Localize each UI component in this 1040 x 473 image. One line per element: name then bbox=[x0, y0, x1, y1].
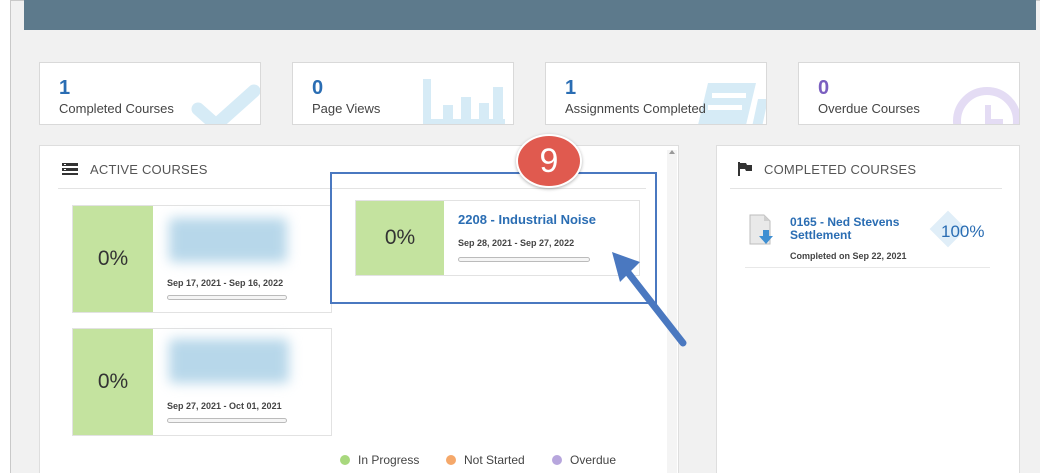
stat-value: 1 bbox=[59, 77, 71, 99]
legend-in-progress: In Progress bbox=[340, 453, 419, 467]
stat-value: 0 bbox=[818, 77, 830, 99]
completed-course-title[interactable]: 0165 - Ned Stevens Settlement bbox=[790, 216, 930, 242]
legend-label: Not Started bbox=[464, 453, 525, 467]
course-progress-bar bbox=[167, 295, 287, 300]
checkmark-icon bbox=[191, 84, 260, 124]
course-title-redacted bbox=[169, 218, 287, 262]
scroll-up-arrow-icon[interactable] bbox=[669, 150, 675, 154]
bar-chart-icon bbox=[423, 79, 505, 124]
course-dates: Sep 17, 2021 - Sep 16, 2022 bbox=[167, 278, 284, 288]
completed-course-item[interactable]: 0165 - Ned Stevens Settlement Completed … bbox=[745, 208, 990, 268]
legend-dot bbox=[340, 455, 350, 465]
pointer-arrow-icon bbox=[612, 252, 687, 347]
legend-dot bbox=[552, 455, 562, 465]
clock-icon bbox=[953, 87, 1019, 124]
stat-label: Overdue Courses bbox=[818, 101, 920, 116]
step-number-badge: 9 bbox=[516, 134, 582, 188]
stat-label: Completed Courses bbox=[59, 101, 174, 116]
course-percent: 0% bbox=[73, 206, 153, 312]
legend-dot bbox=[446, 455, 456, 465]
completed-course-date: Completed on Sep 22, 2021 bbox=[790, 251, 907, 261]
completed-course-percent: 100% bbox=[941, 222, 985, 241]
stat-overdue-courses[interactable]: 0 Overdue Courses bbox=[798, 62, 1020, 125]
list-icon bbox=[62, 163, 78, 175]
stat-label: Page Views bbox=[312, 101, 381, 116]
legend-overdue: Overdue bbox=[552, 453, 616, 467]
course-dates: Sep 27, 2021 - Oct 01, 2021 bbox=[167, 401, 282, 411]
flag-icon bbox=[738, 162, 752, 176]
course-card[interactable]: 0% Sep 17, 2021 - Sep 16, 2022 bbox=[72, 205, 332, 313]
stat-value: 1 bbox=[565, 77, 577, 99]
legend-label: Overdue bbox=[570, 453, 617, 467]
course-percent: 0% bbox=[73, 329, 153, 435]
stat-value: 0 bbox=[312, 77, 324, 99]
completed-courses-panel bbox=[716, 145, 1020, 473]
active-courses-title: ACTIVE COURSES bbox=[90, 162, 208, 177]
document-download-icon bbox=[749, 214, 773, 245]
assignment-icon bbox=[698, 83, 766, 124]
stat-assignments-completed[interactable]: 1 Assignments Completed bbox=[545, 62, 767, 125]
legend-label: In Progress bbox=[358, 453, 420, 467]
stat-label: Assignments Completed bbox=[565, 101, 706, 116]
course-title-redacted bbox=[169, 339, 289, 383]
completed-courses-title: COMPLETED COURSES bbox=[764, 162, 917, 177]
stat-completed-courses[interactable]: 1 Completed Courses bbox=[39, 62, 261, 125]
course-progress-bar bbox=[167, 418, 287, 423]
top-header-bar bbox=[24, 0, 1036, 30]
legend-not-started: Not Started bbox=[446, 453, 525, 467]
course-card[interactable]: 0% Sep 27, 2021 - Oct 01, 2021 bbox=[72, 328, 332, 436]
stat-page-views[interactable]: 0 Page Views bbox=[292, 62, 514, 125]
panel-divider bbox=[730, 188, 1002, 189]
